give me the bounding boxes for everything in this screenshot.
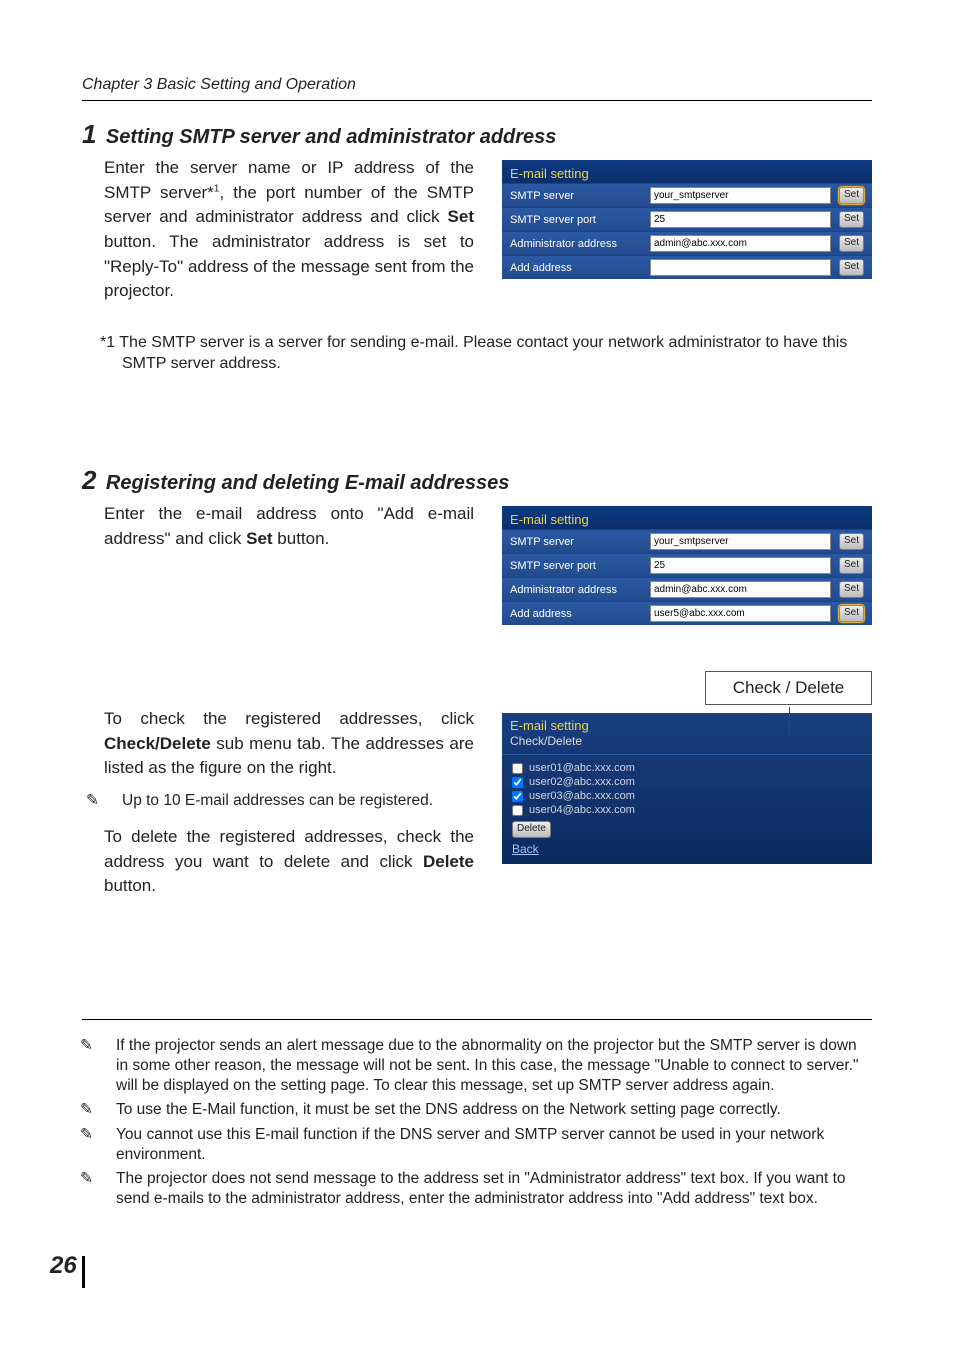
email-setting-row: Add address Set: [502, 255, 872, 279]
email-list-item: user03@abc.xxx.com: [502, 789, 872, 803]
row-label: Add address: [510, 262, 650, 274]
note-up-to-10: Up to 10 E-mail addresses can be registe…: [122, 792, 433, 809]
bold-set-1: Set: [448, 207, 474, 226]
row-input[interactable]: [650, 235, 831, 252]
set-button[interactable]: Set: [839, 605, 864, 622]
row-label: SMTP server: [510, 536, 650, 548]
pencil-icon: ✎: [104, 791, 122, 811]
section-1: 1 Setting SMTP server and administrator …: [82, 119, 872, 304]
set-button[interactable]: Set: [839, 581, 864, 598]
panel-3-subtitle: Check/Delete: [502, 734, 872, 755]
email-address-text: user04@abc.xxx.com: [529, 804, 635, 816]
set-button[interactable]: Set: [839, 557, 864, 574]
set-button[interactable]: Set: [839, 235, 864, 252]
email-address-text: user03@abc.xxx.com: [529, 790, 635, 802]
section-2-text-3a: To delete the registered addresses, chec…: [104, 827, 474, 871]
section-2-text-1c: button.: [273, 529, 330, 548]
bottom-note: ✎To use the E-Mail function, it must be …: [116, 1100, 872, 1120]
chapter-header: Chapter 3 Basic Setting and Operation: [82, 76, 872, 101]
bold-delete: Delete: [423, 852, 474, 871]
set-button[interactable]: Set: [839, 533, 864, 550]
email-setting-row: Administrator address Set: [502, 577, 872, 601]
email-setting-row: SMTP server port Set: [502, 553, 872, 577]
section-2-text-3c: button.: [104, 876, 156, 895]
section-1-title: Setting SMTP server and administrator ad…: [106, 126, 557, 148]
set-button[interactable]: Set: [839, 211, 864, 228]
email-list-item: user02@abc.xxx.com: [502, 775, 872, 789]
email-setting-panel-1: E-mail setting SMTP serverSetSMTP server…: [502, 160, 872, 279]
row-label: Administrator address: [510, 238, 650, 250]
check-delete-block: Check / Delete E-mail setting Check/Dele…: [82, 653, 872, 899]
row-label: SMTP server port: [510, 214, 650, 226]
back-link[interactable]: Back: [512, 842, 539, 856]
row-input[interactable]: [650, 211, 831, 228]
row-input[interactable]: [650, 581, 831, 598]
note-text: To use the E-Mail function, it must be s…: [116, 1101, 781, 1118]
row-input[interactable]: [650, 259, 831, 276]
row-input[interactable]: [650, 605, 831, 622]
panel-3-title: E-mail setting: [502, 713, 872, 734]
pencil-icon: ✎: [98, 1036, 116, 1056]
email-setting-row: SMTP server Set: [502, 183, 872, 207]
section-2-title: Registering and deleting E-mail addresse…: [106, 472, 509, 494]
footnote-1: *1 The SMTP server is a server for sendi…: [122, 332, 872, 375]
pencil-icon: ✎: [98, 1100, 116, 1120]
row-input[interactable]: [650, 533, 831, 550]
bottom-notes: ✎If the projector sends an alert message…: [82, 1019, 872, 1209]
bottom-note: ✎The projector does not send message to …: [116, 1169, 872, 1209]
row-label: Administrator address: [510, 584, 650, 596]
set-button[interactable]: Set: [839, 187, 864, 204]
email-list-item: user04@abc.xxx.com: [502, 803, 872, 817]
email-setting-row: Add address Set: [502, 601, 872, 625]
check-delete-panel: E-mail setting Check/Delete user01@abc.x…: [502, 713, 872, 864]
email-setting-row: SMTP server port Set: [502, 207, 872, 231]
check-delete-callout: Check / Delete: [705, 671, 872, 705]
email-checkbox[interactable]: [512, 777, 523, 788]
row-label: SMTP server: [510, 190, 650, 202]
row-label: Add address: [510, 608, 650, 620]
section-2-text-2a: To check the registered addresses, click: [104, 709, 474, 728]
email-setting-row: Administrator address Set: [502, 231, 872, 255]
callout-line: [789, 707, 790, 735]
panel-2-title: E-mail setting: [502, 506, 872, 529]
row-label: SMTP server port: [510, 560, 650, 572]
check-delete-text: Check / Delete: [733, 678, 845, 697]
bold-check-delete: Check/Delete: [104, 734, 211, 753]
email-checkbox[interactable]: [512, 763, 523, 774]
email-address-text: user01@abc.xxx.com: [529, 762, 635, 774]
email-checkbox[interactable]: [512, 805, 523, 816]
section-2-number: 2: [82, 465, 96, 496]
email-address-text: user02@abc.xxx.com: [529, 776, 635, 788]
note-text: The projector does not send message to t…: [116, 1170, 846, 1207]
row-input[interactable]: [650, 187, 831, 204]
set-button[interactable]: Set: [839, 259, 864, 276]
pencil-icon: ✎: [98, 1169, 116, 1189]
section-1-text-c: button. The administrator address is set…: [104, 232, 474, 300]
section-1-number: 1: [82, 119, 96, 150]
bottom-note: ✎If the projector sends an alert message…: [116, 1036, 872, 1096]
note-text: You cannot use this E-mail function if t…: [116, 1126, 824, 1163]
bottom-note: ✎You cannot use this E-mail function if …: [116, 1125, 872, 1165]
row-input[interactable]: [650, 557, 831, 574]
section-2: 2 Registering and deleting E-mail addres…: [82, 465, 872, 625]
email-checkbox[interactable]: [512, 791, 523, 802]
pencil-icon: ✎: [98, 1125, 116, 1145]
bold-set-2: Set: [246, 529, 272, 548]
note-text: If the projector sends an alert message …: [116, 1037, 859, 1094]
email-list-item: user01@abc.xxx.com: [502, 761, 872, 775]
panel-1-title: E-mail setting: [502, 160, 872, 183]
delete-button[interactable]: Delete: [512, 821, 551, 838]
page-number: 26: [50, 1252, 77, 1280]
page-number-bar: [82, 1256, 85, 1288]
email-setting-row: SMTP server Set: [502, 529, 872, 553]
email-setting-panel-2: E-mail setting SMTP serverSetSMTP server…: [502, 506, 872, 625]
